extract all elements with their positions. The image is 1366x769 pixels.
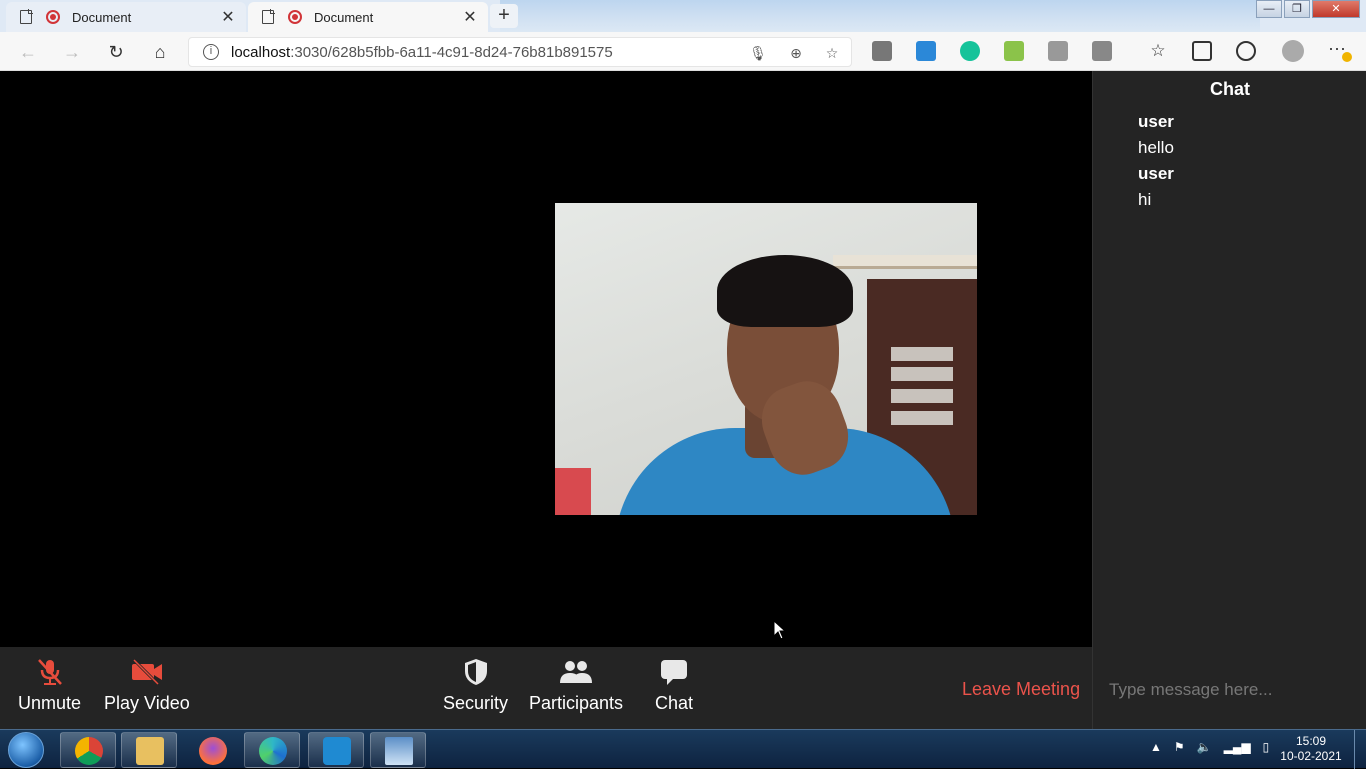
update-badge-icon <box>1342 52 1352 62</box>
participants-button[interactable]: Participants <box>529 657 623 714</box>
minimize-button[interactable]: — <box>1256 0 1282 18</box>
taskbar-edge[interactable] <box>244 732 300 768</box>
address-bar[interactable]: i localhost:3030/628b5fbb-6a11-4c91-8d24… <box>188 37 852 67</box>
taskbar-firefox[interactable] <box>184 732 240 768</box>
clock-date: 10-02-2021 <box>1280 749 1342 763</box>
page-icon <box>20 9 33 24</box>
forward-icon[interactable]: → <box>60 40 84 64</box>
extension-icon[interactable] <box>872 41 892 61</box>
volume-icon[interactable]: 🔈 <box>1197 740 1212 754</box>
message-author: user <box>1138 164 1174 183</box>
recording-icon <box>288 10 302 24</box>
zoom-icon[interactable]: ⊕ <box>787 44 805 62</box>
unmute-label: Unmute <box>18 693 82 713</box>
browser-tab-strip: Document ✕ Document ✕ + — ❐ ✕ <box>0 0 1366 32</box>
url-host: localhost <box>231 43 291 61</box>
clock-time: 15:09 <box>1295 734 1327 748</box>
video-person-hair <box>717 255 853 327</box>
message-text: hi <box>1138 190 1152 209</box>
leave-meeting-button[interactable]: Leave Meeting <box>962 679 1080 700</box>
show-desktop-button[interactable] <box>1354 730 1366 769</box>
chat-bubble-icon <box>656 657 692 687</box>
extension-icon[interactable] <box>1004 41 1024 61</box>
taskbar-chrome[interactable] <box>60 732 116 768</box>
refresh-icon[interactable]: ↻ <box>104 40 128 64</box>
play-video-label: Play Video <box>104 693 190 713</box>
close-tab-icon[interactable]: ✕ <box>458 7 482 27</box>
close-tab-icon[interactable]: ✕ <box>216 7 240 27</box>
video-stage <box>0 71 1092 647</box>
vscode-icon <box>323 737 351 765</box>
edge-icon <box>259 737 287 765</box>
chat-message-input[interactable] <box>1109 675 1359 705</box>
chrome-icon <box>75 737 103 765</box>
chat-button[interactable]: Chat <box>655 657 693 714</box>
file-explorer-icon <box>136 737 164 765</box>
tab-document-1[interactable]: Document ✕ <box>6 2 246 32</box>
desktop-wallpaper-strip <box>500 0 1260 32</box>
message-text: hello <box>1138 138 1174 157</box>
url-path: :3030/628b5fbb-6a11-4c91-8d24-76b81b8915… <box>290 43 613 61</box>
video-louver <box>891 389 953 403</box>
browser-toolbar: ← → ↻ ⌂ i localhost:3030/628b5fbb-6a11-4… <box>0 32 1366 71</box>
profile-avatar[interactable] <box>1282 40 1304 62</box>
message-author: user <box>1138 112 1174 131</box>
unmute-button[interactable]: Unmute <box>18 657 81 714</box>
grammarly-icon[interactable] <box>960 41 980 61</box>
page-icon <box>262 9 275 24</box>
show-hidden-icons-icon[interactable]: ▲ <box>1150 740 1162 754</box>
restore-button[interactable]: ❐ <box>1284 0 1310 18</box>
image-viewer-icon <box>385 737 413 765</box>
extension-icon[interactable] <box>1048 41 1068 61</box>
video-louver <box>891 367 953 381</box>
collections-icon[interactable] <box>1192 41 1212 61</box>
system-tray: ▲ ⚑ 🔈 ▂▄▆ ▯ <box>1150 740 1281 754</box>
tab-title: Document <box>72 9 132 25</box>
participant-video <box>555 203 977 515</box>
security-label: Security <box>443 693 509 713</box>
firefox-icon <box>199 737 227 765</box>
start-button[interactable] <box>8 732 44 768</box>
extension-icon[interactable] <box>916 41 936 61</box>
taskbar-image-viewer[interactable] <box>370 732 426 768</box>
extensions-icon[interactable] <box>1236 41 1256 61</box>
tab-title: Document <box>314 9 374 25</box>
microphone-icon[interactable]: 🎙 <box>749 44 767 62</box>
video-off-icon <box>129 657 165 687</box>
chat-panel: Chat user hello user hi <box>1092 71 1366 729</box>
network-icon[interactable]: ▂▄▆ <box>1224 740 1251 754</box>
chat-label: Chat <box>655 693 694 713</box>
extension-icon[interactable] <box>1092 41 1112 61</box>
play-video-button[interactable]: Play Video <box>104 657 190 714</box>
back-icon[interactable]: ← <box>16 40 40 64</box>
video-louver <box>891 411 953 425</box>
participants-label: Participants <box>529 693 624 713</box>
add-favorite-icon[interactable]: ☆ <box>823 44 841 62</box>
chat-message-list: user hello user hi <box>1138 109 1174 213</box>
windows-taskbar: ▲ ⚑ 🔈 ▂▄▆ ▯ 15:09 10-02-2021 <box>0 729 1366 769</box>
participants-icon <box>558 657 594 687</box>
recording-icon <box>46 10 60 24</box>
home-icon[interactable]: ⌂ <box>148 40 172 64</box>
video-object <box>555 468 591 515</box>
site-info-icon[interactable]: i <box>203 44 219 60</box>
power-icon[interactable]: ▯ <box>1263 740 1270 754</box>
taskbar-file-explorer[interactable] <box>121 732 177 768</box>
action-center-flag-icon[interactable]: ⚑ <box>1174 740 1185 754</box>
mic-muted-icon <box>32 657 68 687</box>
favorites-icon[interactable]: ☆ <box>1148 41 1168 61</box>
mouse-cursor-icon <box>773 620 787 640</box>
meeting-controls: Unmute Play Video Security Participants … <box>0 647 1092 729</box>
shield-icon <box>458 657 494 687</box>
tab-document-2[interactable]: Document ✕ <box>248 2 488 32</box>
taskbar-vscode[interactable] <box>308 732 364 768</box>
window-controls: — ❐ ✕ <box>1254 0 1360 18</box>
close-window-button[interactable]: ✕ <box>1312 0 1360 18</box>
taskbar-clock[interactable]: 15:09 10-02-2021 <box>1276 734 1346 764</box>
new-tab-button[interactable]: + <box>490 4 518 28</box>
chat-title: Chat <box>1210 79 1250 99</box>
security-button[interactable]: Security <box>443 657 508 714</box>
video-louver <box>891 347 953 361</box>
video-shelf <box>833 255 977 269</box>
